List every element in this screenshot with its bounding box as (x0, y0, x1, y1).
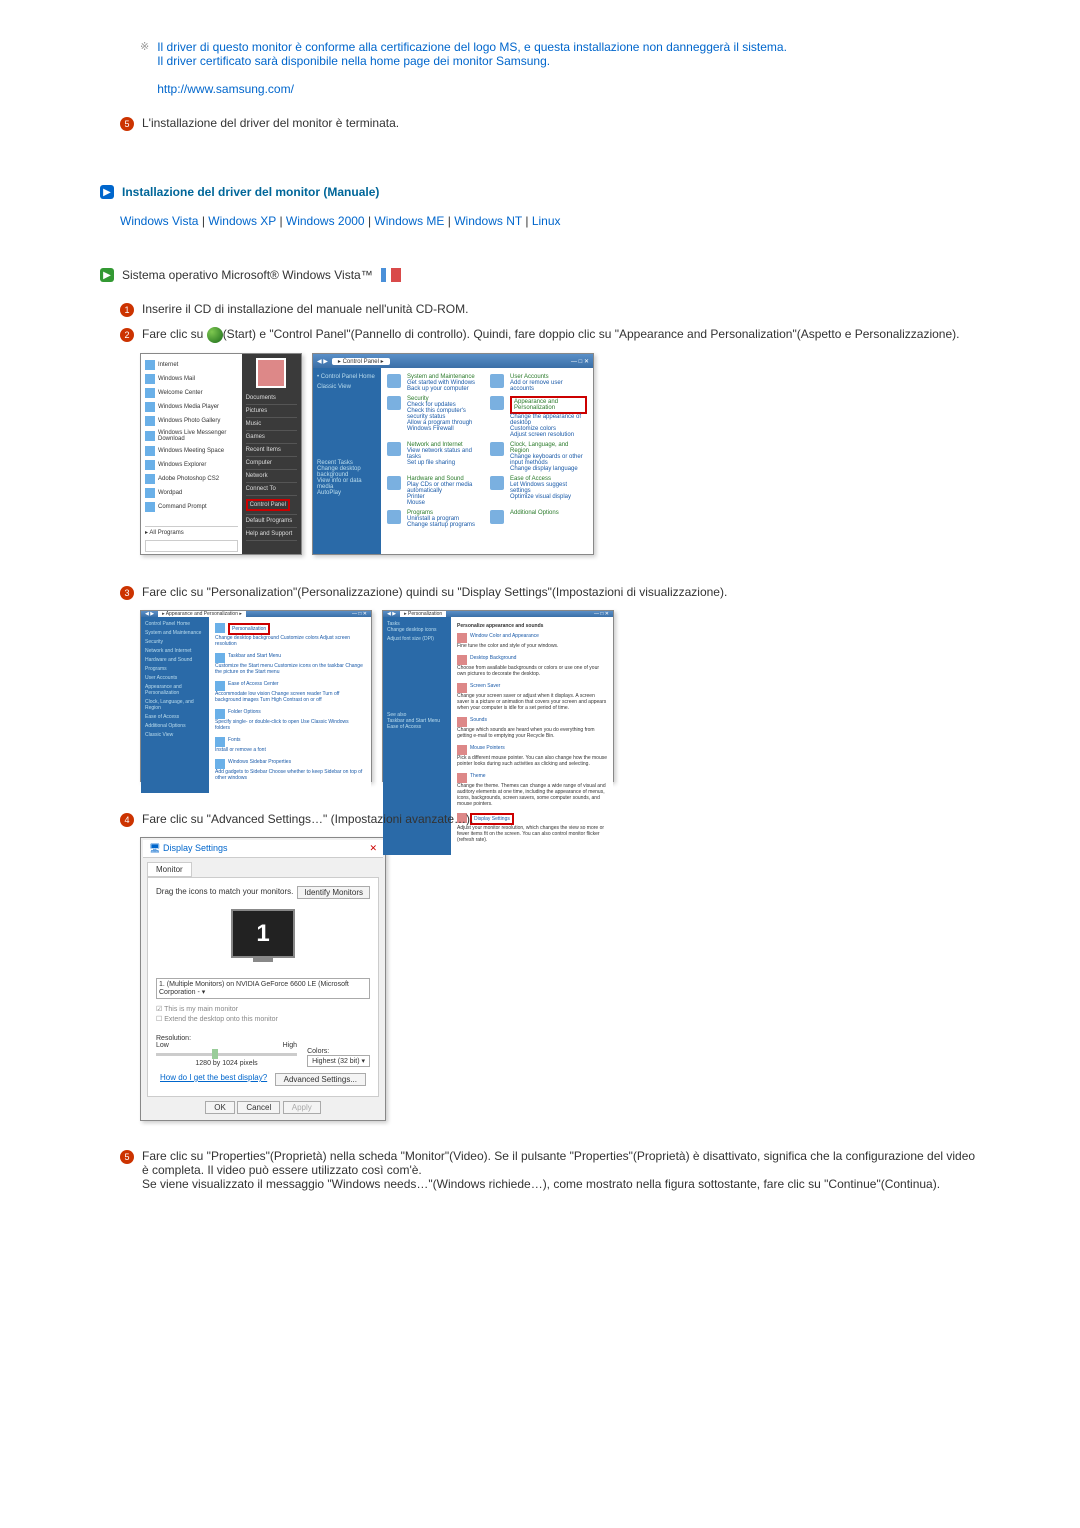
cancel-button[interactable]: Cancel (237, 1101, 280, 1114)
step3-text: Fare clic su "Personalization"(Personali… (142, 585, 980, 599)
link-xp[interactable]: Windows XP (208, 214, 276, 228)
cp-recent-tasks: Change desktop background View info or d… (317, 466, 377, 496)
ap-sidebar: Control Panel HomeSystem and Maintenance… (141, 617, 209, 793)
start-orb-icon (207, 327, 223, 343)
note-text: Il driver di questo monitor è conforme a… (157, 40, 980, 96)
res-high: High (283, 1042, 297, 1049)
personalization-screenshot: ◀ ▶ ▸ Personalization — □ ✕ Tasks Change… (382, 610, 614, 782)
identify-monitors-button[interactable]: Identify Monitors (297, 886, 370, 899)
step1-text: Inserire il CD di installazione del manu… (142, 302, 980, 316)
samsung-url-link[interactable]: http://www.samsung.com/ (157, 82, 294, 96)
ds-tab-monitor[interactable]: Monitor (147, 862, 192, 877)
ok-button[interactable]: OK (205, 1101, 235, 1114)
best-display-help-link[interactable]: How do I get the best display? (160, 1073, 267, 1086)
close-icon[interactable]: ✕ (369, 843, 377, 854)
start-menu-left: InternetWindows MailWelcome CenterWindow… (141, 354, 242, 554)
start-menu-right: DocumentsPicturesMusicGamesRecent ItemsC… (242, 354, 301, 554)
step5a: Fare clic su "Properties"(Proprietà) nel… (142, 1149, 975, 1177)
ds-title: Display Settings (163, 843, 228, 853)
bullet-4-marker: 4 (120, 813, 134, 827)
cp-side-home: Control Panel Home (321, 374, 375, 380)
all-programs-label: All Programs (149, 530, 183, 536)
monitor-number: 1 (256, 920, 269, 948)
bullet-5b-marker: 5 (120, 1150, 134, 1164)
step5-text: Fare clic su "Properties"(Proprietà) nel… (142, 1149, 980, 1191)
link-w2000[interactable]: Windows 2000 (286, 214, 365, 228)
cp-side-classic: Classic View (317, 384, 377, 390)
monitor-preview-icon[interactable]: 1 (231, 909, 295, 958)
bullet-2-marker: 2 (120, 328, 134, 342)
advanced-settings-button[interactable]: Advanced Settings... (275, 1073, 366, 1086)
note-line1: Il driver di questo monitor è conforme a… (157, 40, 787, 54)
bullet-5-marker: 5 (120, 117, 134, 131)
section-heading: Installazione del driver del monitor (Ma… (122, 185, 379, 199)
dialog-icon: 🖥 (149, 843, 160, 853)
step5b: Se viene visualizzato il messaggio "Wind… (142, 1177, 940, 1191)
pw-heading: Personalize appearance and sounds (457, 623, 607, 629)
arrow-bullet-icon: ▶ (100, 185, 114, 199)
chk-main-monitor[interactable]: ☑ This is my main monitor (156, 1005, 370, 1013)
appearance-screenshot: ◀ ▶ ▸ Appearance and Personalization ▸ —… (140, 610, 372, 782)
cp-categories: System and MaintenanceGet started with W… (381, 368, 593, 554)
step2a: Fare clic su (142, 327, 207, 341)
note-marker: ※ (140, 40, 149, 53)
monitor-dropdown[interactable]: 1. (Multiple Monitors) on NVIDIA GeForce… (156, 978, 370, 999)
apply-button[interactable]: Apply (283, 1101, 321, 1114)
os-heading: Sistema operativo Microsoft® Windows Vis… (122, 268, 373, 282)
step2-text: Fare clic su (Start) e "Control Panel"(P… (142, 327, 980, 343)
display-settings-dialog: 🖥 Display Settings ✕ Monitor Identify Mo… (140, 837, 386, 1121)
colors-dropdown[interactable]: Highest (32 bit) ▾ (307, 1055, 370, 1067)
cp-address: Control Panel (343, 359, 379, 365)
flag-icon (381, 268, 401, 282)
step4-text: Fare clic su "Advanced Settings…" (Impos… (142, 812, 980, 826)
resolution-label: Resolution: (156, 1035, 297, 1042)
ds-drag-text: Drag the icons to match your monitors. (156, 887, 293, 896)
link-vista[interactable]: Windows Vista (120, 214, 198, 228)
control-panel-screenshot: ◀ ▶ ▸ Control Panel ▸ — □ ✕ • Control Pa… (312, 353, 594, 555)
start-menu-screenshot: InternetWindows MailWelcome CenterWindow… (140, 353, 302, 555)
cp-sidebar: • Control Panel Home Classic View Recent… (313, 368, 381, 554)
resolution-slider[interactable] (156, 1053, 297, 1056)
ap-main: PersonalizationChange desktop background… (209, 617, 371, 793)
green-arrow-icon: ▶ (100, 268, 114, 282)
bullet-1-marker: 1 (120, 303, 134, 317)
step2b: (Start) e "Control Panel"(Pannello di co… (223, 327, 960, 341)
cp-titlebar: ◀ ▶ ▸ Control Panel ▸ — □ ✕ (313, 354, 593, 368)
colors-label: Colors: (307, 1048, 370, 1055)
bullet-3-marker: 3 (120, 586, 134, 600)
res-low: Low (156, 1042, 169, 1049)
link-me[interactable]: Windows ME (374, 214, 444, 228)
resolution-value: 1280 by 1024 pixels (156, 1060, 297, 1067)
step5-intro-text: L'installazione del driver del monitor è… (142, 116, 980, 130)
link-linux[interactable]: Linux (532, 214, 561, 228)
note-line2: Il driver certificato sarà disponibile n… (157, 54, 550, 68)
link-nt[interactable]: Windows NT (454, 214, 522, 228)
os-link-list: Windows Vista | Windows XP | Windows 200… (100, 214, 980, 228)
chk-extend-desktop[interactable]: ☐ Extend the desktop onto this monitor (156, 1015, 370, 1023)
